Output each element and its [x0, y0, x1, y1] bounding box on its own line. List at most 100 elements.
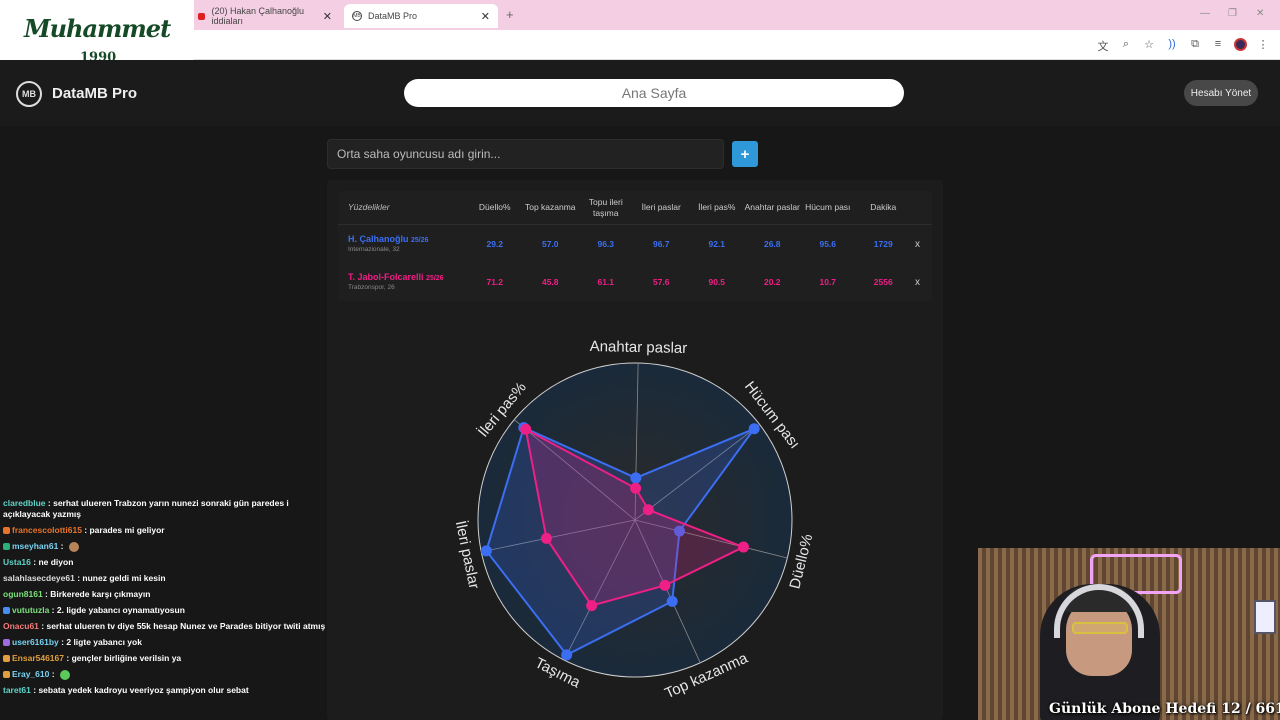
stat-value: 20.2	[763, 276, 781, 287]
radar-point	[748, 423, 760, 435]
chat-username[interactable]: vututuzla	[12, 605, 49, 615]
column-header: Top kazanma	[524, 202, 576, 213]
chat-message: Onacu61 : serhat ulueren tv diye 55k hes…	[3, 621, 326, 631]
chat-username[interactable]: claredblue	[3, 498, 46, 508]
chat-username[interactable]: user6161by	[12, 637, 59, 647]
radar-point	[630, 482, 642, 494]
chat-username[interactable]: mseyhan61	[12, 541, 58, 551]
player-cell[interactable]: T. Jabol-Folcarelli 25/26 Trabzonspor, 2…	[338, 272, 467, 292]
chat-username[interactable]: Usta16	[3, 557, 31, 567]
stat-value: 90.5	[708, 276, 726, 287]
chat-text: serhat ulueren tv diye 55k hesap Nunez v…	[46, 621, 326, 631]
chat-username[interactable]: ogun8161	[3, 589, 43, 599]
radar-point	[642, 504, 654, 516]
chat-emote-icon	[68, 541, 79, 552]
column-header: İleri paslar	[641, 202, 681, 213]
manage-account-button[interactable]: Hesabı Yönet	[1184, 80, 1258, 106]
chat-badge-icon	[3, 639, 10, 647]
chat-username[interactable]: Ensar546167	[12, 653, 64, 663]
chat-username[interactable]: salahlasecdeye61	[3, 573, 75, 583]
media-control-icon[interactable]: ≡	[1211, 38, 1225, 54]
chat-message: user6161by : 2 ligte yabancı yok	[0, 637, 336, 648]
chat-badge-icon	[3, 655, 10, 663]
webcam-feed	[978, 548, 1280, 720]
stream-chat: claredblue : serhat ulueren Trabzon yarı…	[0, 498, 336, 701]
chat-message: salahlasecdeye61 : nunez geldi mi kesin	[3, 573, 166, 583]
stat-value: 71.2	[486, 276, 504, 287]
minimize-icon[interactable]: —	[1200, 8, 1210, 19]
chat-username[interactable]: francescolotti615	[12, 525, 82, 535]
chat-text: parades mi geliyor	[89, 525, 165, 535]
stat-value: 95.6	[819, 238, 837, 249]
chat-message: taret61 : sebata yedek kadroyu veeriyoz …	[3, 685, 249, 695]
table-row: T. Jabol-Folcarelli 25/26 Trabzonspor, 2…	[338, 263, 932, 301]
overlay-logo-name: Muhammet	[24, 14, 171, 43]
column-header: Dakika	[870, 202, 897, 213]
chat-message: Usta16 : ne diyon	[3, 557, 74, 567]
profile-avatar-icon[interactable]	[1234, 38, 1247, 51]
chat-message: ogun8161 : Birkerede karşı çıkmayın	[3, 589, 151, 599]
new-tab-button[interactable]: +	[506, 7, 514, 22]
stat-value: 29.2	[486, 238, 504, 249]
stat-value: 57.0	[541, 238, 559, 249]
stat-value: 1729	[873, 238, 893, 249]
chat-text: nunez geldi mi kesin	[82, 573, 166, 583]
subscriber-goal: Günlük Abone Hedefi 12 / 661	[1049, 701, 1280, 717]
brand-name[interactable]: DataMB Pro	[52, 85, 137, 102]
chat-badge-icon	[3, 671, 10, 679]
stat-value: 92.1	[708, 238, 726, 249]
column-header: İleri pas%	[698, 202, 736, 213]
bookmark-star-icon[interactable]: ☆	[1142, 38, 1156, 54]
tab-label: (20) Hakan Çalhanoğlu iddiaları	[211, 6, 305, 26]
add-player-button[interactable]: +	[732, 141, 758, 167]
chat-text: 2. ligde yabancı oynamatıyosun	[56, 605, 185, 615]
translate-icon[interactable]: 文	[1096, 38, 1110, 54]
chat-message: vututuzla : 2. ligde yabancı oynamatıyos…	[0, 605, 336, 616]
radar-point	[480, 545, 492, 557]
player-club: Internazionale, 32	[348, 245, 400, 253]
home-button[interactable]: Ana Sayfa	[404, 79, 904, 107]
brand-logo-icon[interactable]: MB	[16, 81, 42, 107]
tab-close-icon[interactable]: ✕	[323, 10, 332, 23]
stat-value: 57.6	[652, 276, 670, 287]
tab-datamb[interactable]: MB DataMB Pro ✕	[344, 4, 498, 28]
stat-value: 96.7	[652, 238, 670, 249]
chat-badge-icon	[3, 543, 10, 551]
player-name[interactable]: T. Jabol-Folcarelli 25/26	[348, 272, 467, 284]
chat-text: serhat ulueren Trabzon yarın nunezi sonr…	[3, 498, 289, 519]
chat-message: mseyhan61 :	[0, 541, 336, 552]
zoom-icon[interactable]: ⌕	[1119, 38, 1133, 54]
youtube-icon	[198, 12, 206, 20]
chat-message: francescolotti615 : parades mi geliyor	[0, 525, 336, 536]
chat-badge-icon	[3, 607, 10, 615]
menu-dots-icon[interactable]: ⋮	[1256, 38, 1270, 54]
chat-message: Eray_610 :	[0, 669, 336, 680]
chat-username[interactable]: Eray_610	[12, 669, 49, 679]
player-cell[interactable]: H. Çalhanoğlu 25/26 Internazionale, 32	[338, 234, 467, 254]
restore-icon[interactable]: ❐	[1228, 8, 1237, 19]
player-search-input[interactable]: Orta saha oyuncusu adı girin...	[327, 139, 724, 169]
screen: (20) Hakan Çalhanoğlu iddiaları ✕ MB Dat…	[0, 0, 1280, 720]
chat-message: claredblue : serhat ulueren Trabzon yarı…	[3, 498, 289, 519]
extensions-icon[interactable]: ⧉	[1188, 38, 1202, 54]
player-name[interactable]: H. Çalhanoğlu 25/26	[348, 234, 467, 246]
extension-audio-icon[interactable]: ))	[1165, 38, 1179, 54]
remove-player-button[interactable]: x	[915, 277, 920, 288]
chat-username[interactable]: Onacu61	[3, 621, 39, 631]
chat-username[interactable]: taret61	[3, 685, 31, 695]
radar-point	[520, 423, 532, 435]
chat-text: ne diyon	[38, 557, 74, 567]
tab-youtube[interactable]: (20) Hakan Çalhanoğlu iddiaları ✕	[190, 4, 340, 28]
radar-point	[630, 472, 642, 484]
window-close-icon[interactable]: ✕	[1256, 8, 1264, 19]
radar-point	[586, 600, 598, 612]
stat-value: 10.7	[819, 276, 837, 287]
chat-text: gençler birliğine verilsin ya	[71, 653, 182, 663]
tab-label: DataMB Pro	[368, 11, 418, 21]
player-club: Trabzonspor, 26	[348, 283, 395, 291]
radar-point	[561, 649, 573, 661]
chat-emote-icon	[59, 669, 70, 680]
chat-text: sebata yedek kadroyu veeriyoz şampiyon o…	[38, 685, 249, 695]
remove-player-button[interactable]: x	[915, 239, 920, 250]
tab-close-icon[interactable]: ✕	[481, 10, 490, 23]
